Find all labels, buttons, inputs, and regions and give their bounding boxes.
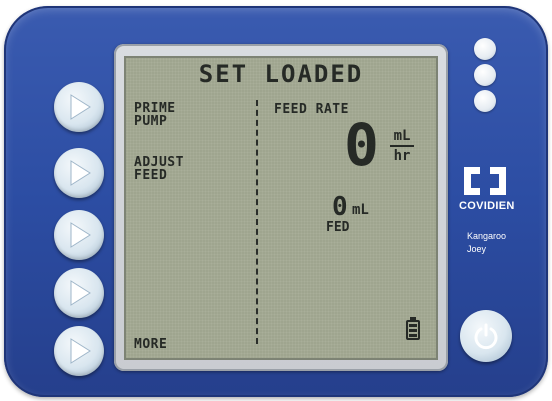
battery-cell: [409, 324, 417, 327]
play-arrow-icon: [70, 222, 91, 248]
screen-divider: [256, 100, 258, 344]
lcd-screen: SET LOADED PRIME PUMP ADJUST FEED MORE F…: [124, 56, 438, 360]
model-name: Kangaroo Joey: [467, 231, 507, 254]
play-arrow-icon: [70, 338, 91, 364]
soft-key-4[interactable]: [54, 268, 104, 318]
feed-rate-value: 0: [344, 111, 379, 179]
soft-key-1[interactable]: [54, 82, 104, 132]
fed-volume-value: 0: [332, 192, 348, 222]
feed-rate-unit-bottom: hr: [393, 148, 411, 164]
fed-volume-unit: mL: [352, 202, 369, 218]
adjust-feed-label: ADJUST FEED: [134, 155, 184, 183]
battery-cell: [409, 334, 417, 337]
soft-key-5[interactable]: [54, 326, 104, 376]
battery-icon: [406, 317, 420, 340]
screen-title: SET LOADED: [198, 60, 364, 88]
soft-key-3[interactable]: [54, 210, 104, 260]
power-button[interactable]: [460, 310, 512, 362]
covidien-logo-icon: [464, 167, 506, 195]
prime-pump-label: PRIME PUMP: [134, 101, 176, 129]
unit-fraction-bar: [390, 145, 414, 147]
indicator-light-1: [474, 38, 496, 60]
fed-label: FED: [326, 220, 350, 235]
more-label: MORE: [134, 337, 168, 352]
feed-rate-label: FEED RATE: [274, 102, 349, 117]
indicator-light-2: [474, 64, 496, 86]
play-arrow-icon: [70, 280, 91, 306]
battery-cell: [409, 329, 417, 332]
brand-name: COVIDIEN: [459, 200, 515, 212]
feed-rate-unit: mL hr: [390, 128, 414, 164]
power-icon: [474, 323, 498, 350]
indicator-light-3: [474, 90, 496, 112]
play-arrow-icon: [70, 94, 91, 120]
feed-rate-unit-top: mL: [393, 128, 411, 144]
play-arrow-icon: [70, 160, 91, 186]
soft-key-2[interactable]: [54, 148, 104, 198]
